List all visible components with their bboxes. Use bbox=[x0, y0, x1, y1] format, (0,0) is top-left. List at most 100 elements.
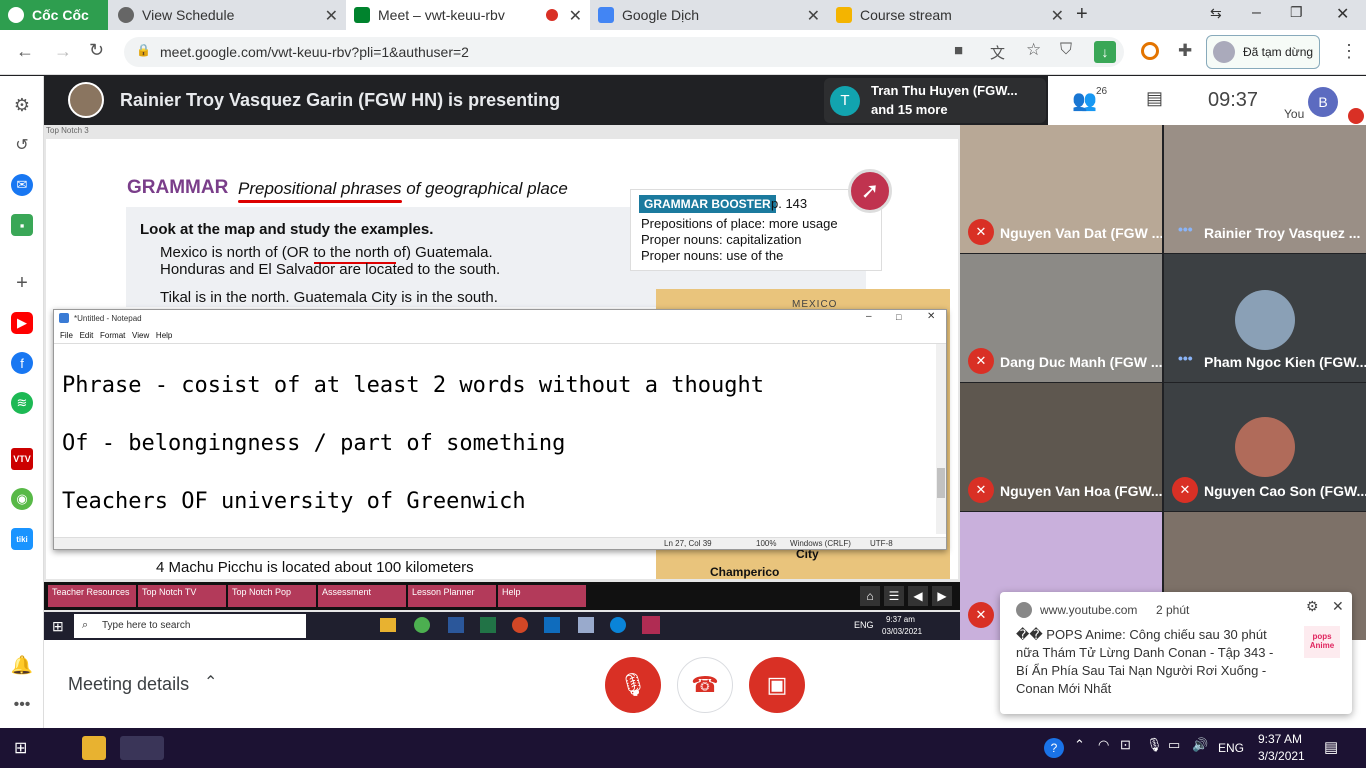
windows-start-icon[interactable]: ⊞ bbox=[14, 738, 27, 758]
close-icon[interactable]: ✕ bbox=[1332, 598, 1344, 615]
excel-icon[interactable] bbox=[480, 617, 496, 633]
bell-icon[interactable]: 🔔 bbox=[11, 654, 33, 676]
mic-toggle-button[interactable]: 🎙 bbox=[605, 657, 661, 713]
add-icon[interactable]: + bbox=[11, 272, 33, 294]
bookmark-star-icon[interactable]: ☆ bbox=[1026, 40, 1041, 60]
scrollbar-thumb[interactable] bbox=[937, 468, 945, 498]
download-icon[interactable]: ↓ bbox=[1094, 41, 1116, 63]
tab-meet[interactable]: Meet – vwt-keuu-rbv ✕ bbox=[346, 0, 590, 30]
participant-tile[interactable]: ✕ Nguyen Van Hoa (FGW... bbox=[960, 383, 1162, 511]
next-icon[interactable]: ▶ bbox=[932, 586, 952, 606]
camera-icon[interactable]: ■ bbox=[954, 42, 963, 59]
people-icon[interactable]: 👥 bbox=[1072, 88, 1097, 113]
more-icon[interactable]: ••• bbox=[11, 694, 33, 716]
text-line[interactable]: Teachers OF university of Greenwich bbox=[62, 489, 526, 514]
notification-toast[interactable]: www.youtube.com 2 phút ⚙ ✕ �� POPS Anime… bbox=[1000, 592, 1352, 714]
home-icon[interactable]: ⌂ bbox=[860, 586, 880, 606]
top-notch-pop-button[interactable]: Top Notch Pop bbox=[228, 585, 316, 607]
history-icon[interactable]: ↺ bbox=[11, 134, 33, 156]
network-icon[interactable]: ⊡ bbox=[1120, 737, 1131, 753]
tab-course-stream[interactable]: Course stream ✕ bbox=[828, 0, 1072, 30]
close-icon[interactable]: ✕ bbox=[1051, 6, 1064, 26]
edge-icon[interactable] bbox=[610, 617, 626, 633]
menu-icon[interactable]: ⋮ bbox=[1340, 41, 1358, 62]
close-icon[interactable]: ✕ bbox=[325, 6, 338, 26]
settings-icon[interactable]: ⚙ bbox=[1306, 598, 1319, 615]
minimize-button[interactable]: – bbox=[1252, 4, 1261, 22]
translate-page-icon[interactable]: 文 bbox=[990, 42, 1005, 63]
puzzle-icon[interactable]: ✚ bbox=[1178, 41, 1192, 61]
menu-file[interactable]: File bbox=[60, 331, 73, 340]
text-line[interactable]: Phrase - cosist of at least 2 words with… bbox=[62, 373, 764, 398]
powerpoint-icon[interactable] bbox=[512, 617, 528, 633]
browser-logo[interactable]: Cốc Cốc bbox=[0, 0, 108, 30]
search-input[interactable]: ⌕ Type here to search bbox=[74, 614, 306, 638]
help-icon[interactable]: ? bbox=[1044, 738, 1064, 758]
chevron-up-icon[interactable]: ⌃ bbox=[1074, 737, 1085, 753]
close-icon[interactable]: ✕ bbox=[569, 6, 582, 26]
url-input[interactable]: 🔒 meet.google.com/vwt-keuu-rbv?pli=1&aut… bbox=[124, 37, 1124, 67]
tiki-icon[interactable]: tiki bbox=[11, 528, 33, 550]
minimize-button[interactable]: – bbox=[866, 311, 872, 322]
close-icon[interactable]: ✕ bbox=[807, 6, 820, 26]
tab-view-schedule[interactable]: View Schedule ✕ bbox=[110, 0, 346, 30]
profile-paused-button[interactable]: Đã tạm dừng bbox=[1206, 35, 1320, 69]
chevron-up-icon[interactable]: ⌃ bbox=[204, 672, 217, 692]
wifi-icon[interactable]: ◠ bbox=[1098, 737, 1109, 753]
game-icon[interactable]: ▪ bbox=[11, 214, 33, 236]
teacher-resources-button[interactable]: Teacher Resources bbox=[48, 585, 136, 607]
reload-icon[interactable]: ↻ bbox=[89, 40, 104, 61]
youtube-icon[interactable]: ▶ bbox=[11, 312, 33, 334]
menu-format[interactable]: Format bbox=[100, 331, 125, 340]
mail-icon[interactable] bbox=[544, 617, 560, 633]
menu-edit[interactable]: Edit bbox=[80, 331, 94, 340]
chrome-icon[interactable] bbox=[414, 617, 430, 633]
maximize-button[interactable]: ❐ bbox=[1290, 4, 1303, 21]
text-line[interactable]: Of - belongingness / part of something bbox=[62, 431, 565, 456]
scrollbar[interactable] bbox=[936, 344, 946, 534]
volume-icon[interactable]: 🔊 bbox=[1192, 737, 1208, 753]
participant-tile[interactable]: ••• Pham Ngoc Kien (FGW... bbox=[1164, 254, 1366, 382]
tab-google-translate[interactable]: Google Dịch ✕ bbox=[590, 0, 828, 30]
participant-tile[interactable]: ✕ Nguyen Van Dat (FGW ... bbox=[960, 125, 1162, 253]
spotify-icon[interactable]: ≋ bbox=[11, 392, 33, 414]
vtv-icon[interactable]: VTV bbox=[11, 448, 33, 470]
participant-tile[interactable]: ✕ Nguyen Cao Son (FGW... bbox=[1164, 383, 1366, 511]
chat-icon[interactable]: ▤ bbox=[1146, 88, 1163, 109]
folder-icon[interactable] bbox=[380, 618, 396, 632]
topnotch-icon[interactable] bbox=[642, 616, 660, 634]
back-arrow-icon[interactable]: ← bbox=[16, 41, 34, 62]
close-button[interactable]: ✕ bbox=[927, 311, 935, 322]
leave-call-button[interactable]: ☎ bbox=[677, 657, 733, 713]
meeting-details-button[interactable]: Meeting details bbox=[68, 674, 189, 695]
help-button[interactable]: Help bbox=[498, 585, 586, 607]
avatar[interactable]: B bbox=[1308, 87, 1338, 117]
participant-tile[interactable]: ✕ Dang Duc Manh (FGW ... bbox=[960, 254, 1162, 382]
coccoc-app-icon[interactable]: ◉ bbox=[11, 488, 33, 510]
coccoc-taskbar-button[interactable] bbox=[120, 736, 164, 760]
lesson-planner-button[interactable]: Lesson Planner bbox=[408, 585, 496, 607]
windows-icon[interactable]: ⊞ bbox=[52, 618, 64, 635]
shield-icon[interactable]: ⛉ bbox=[1060, 41, 1072, 59]
extension-icon[interactable] bbox=[1141, 42, 1159, 60]
window-close-button[interactable]: ✕ bbox=[1336, 4, 1349, 24]
new-tab-button[interactable]: + bbox=[1076, 3, 1088, 26]
tab-search-icon[interactable]: ⇆ bbox=[1210, 5, 1222, 22]
participant-tile[interactable]: ••• Rainier Troy Vasquez ... bbox=[1164, 125, 1366, 253]
notification-center-icon[interactable]: ▤ bbox=[1324, 738, 1338, 756]
menu-view[interactable]: View bbox=[132, 331, 149, 340]
prev-icon[interactable]: ◀ bbox=[908, 586, 928, 606]
messenger-icon[interactable]: ✉ bbox=[11, 174, 33, 196]
menu-help[interactable]: Help bbox=[156, 331, 172, 340]
arrow-icon[interactable]: ➚ bbox=[848, 169, 892, 213]
list-icon[interactable]: ☰ bbox=[884, 586, 904, 606]
word-icon[interactable] bbox=[448, 617, 464, 633]
file-explorer-icon[interactable] bbox=[82, 736, 106, 760]
camera-toggle-button[interactable]: ▣ bbox=[749, 657, 805, 713]
battery-icon[interactable]: ▭ bbox=[1168, 737, 1180, 753]
microphone-icon[interactable]: 🎙 bbox=[1146, 737, 1163, 753]
assessment-button[interactable]: Assessment bbox=[318, 585, 406, 607]
notepad-taskbar-icon[interactable] bbox=[578, 617, 594, 633]
top-notch-tv-button[interactable]: Top Notch TV bbox=[138, 585, 226, 607]
facebook-icon[interactable]: f bbox=[11, 352, 33, 374]
